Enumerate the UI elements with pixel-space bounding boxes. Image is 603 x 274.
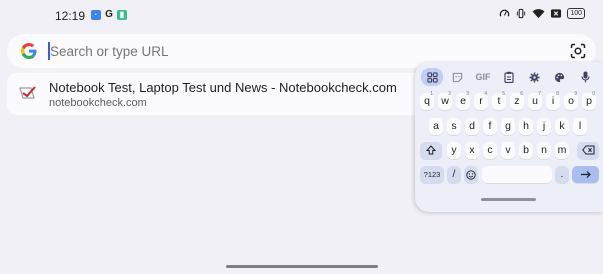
- key-label: r: [479, 95, 483, 107]
- key-label: e: [460, 95, 466, 107]
- key-row-1: q1w2e3r4t5z6u7i8o9p0: [415, 91, 603, 113]
- key-j[interactable]: j: [537, 118, 551, 135]
- keyboard-toolbar: GIF: [415, 66, 603, 90]
- key-v[interactable]: v: [501, 142, 515, 159]
- google-g-icon: G: [105, 9, 113, 20]
- palette-icon[interactable]: [549, 68, 569, 86]
- key-hint: 8: [556, 91, 559, 97]
- key-label: i: [551, 95, 555, 107]
- key-h[interactable]: h: [519, 118, 533, 135]
- notification-icon: ·: [91, 10, 101, 20]
- camera-lens-icon[interactable]: [570, 43, 586, 59]
- key-label: z: [514, 95, 520, 107]
- symbols-key[interactable]: ?123: [420, 166, 444, 183]
- speedometer-icon: [500, 9, 510, 17]
- key-label: o: [568, 95, 574, 107]
- vibrate-icon: [517, 8, 526, 19]
- space-bar[interactable]: [482, 166, 552, 183]
- wifi-icon: [532, 9, 545, 19]
- text-caret: [48, 42, 50, 60]
- key-a[interactable]: a: [429, 118, 443, 135]
- emoji-key[interactable]: [464, 166, 478, 183]
- gesture-nav-bar[interactable]: [226, 265, 378, 268]
- sticker-icon[interactable]: [447, 68, 467, 86]
- key-c[interactable]: c: [483, 142, 497, 159]
- battery-saver-icon: [551, 9, 562, 18]
- key-y[interactable]: y: [447, 142, 461, 159]
- keyboard-drag-handle[interactable]: [481, 198, 536, 201]
- search-input[interactable]: [47, 42, 530, 60]
- key-s[interactable]: s: [447, 118, 461, 135]
- key-w[interactable]: w2: [438, 91, 452, 110]
- key-hint: 6: [520, 91, 523, 97]
- key-hint: 5: [502, 91, 505, 97]
- key-x[interactable]: x: [465, 142, 479, 159]
- key-hint: 3: [466, 91, 469, 97]
- key-l[interactable]: l: [573, 118, 587, 135]
- key-hint: 1: [430, 91, 433, 97]
- status-time: 12:19: [55, 9, 86, 23]
- key-hint: 9: [574, 91, 577, 97]
- suggestion-title: Notebook Test, Laptop Test und News - No…: [49, 80, 397, 95]
- key-u[interactable]: u7: [528, 91, 542, 110]
- key-label: t: [497, 95, 501, 107]
- key-r[interactable]: r4: [474, 91, 488, 110]
- floating-keyboard: GIF q1w2e3r4t5z6u7i8o9p0 asdfghjkl yxcvb…: [415, 62, 603, 212]
- key-hint: 0: [592, 91, 595, 97]
- clipboard-icon[interactable]: [499, 68, 519, 86]
- key-f[interactable]: f: [483, 118, 497, 135]
- key-label: p: [586, 95, 592, 107]
- key-z[interactable]: z6: [510, 91, 524, 110]
- key-label: u: [532, 95, 538, 107]
- key-e[interactable]: e3: [456, 91, 470, 110]
- key-hint: 7: [538, 91, 541, 97]
- key-i[interactable]: i8: [546, 91, 560, 110]
- gear-icon[interactable]: [524, 68, 544, 86]
- wellbeing-icon: ▮: [117, 10, 127, 20]
- key-p[interactable]: p0: [582, 91, 596, 110]
- period-key[interactable]: .: [555, 166, 569, 183]
- key-o[interactable]: o9: [564, 91, 578, 110]
- key-q[interactable]: q1: [420, 91, 434, 110]
- key-label: q: [424, 95, 430, 107]
- enter-key[interactable]: [572, 166, 599, 183]
- key-row-4: ?123 / .: [415, 166, 603, 186]
- gif-button[interactable]: GIF: [473, 68, 493, 86]
- key-g[interactable]: g: [501, 118, 515, 135]
- key-m[interactable]: m: [555, 142, 569, 159]
- notebookcheck-favicon-icon: [19, 86, 36, 99]
- key-row-2: asdfghjkl: [415, 118, 603, 138]
- key-n[interactable]: n: [537, 142, 551, 159]
- key-b[interactable]: b: [519, 142, 533, 159]
- backspace-key[interactable]: [577, 142, 599, 159]
- google-logo-icon: [21, 43, 37, 59]
- key-d[interactable]: d: [465, 118, 479, 135]
- key-hint: 2: [448, 91, 451, 97]
- key-t[interactable]: t5: [492, 91, 506, 110]
- slash-key[interactable]: /: [447, 166, 461, 183]
- key-row-3: yxcvbnm: [415, 142, 603, 162]
- mic-icon[interactable]: [575, 68, 595, 86]
- key-hint: 4: [484, 91, 487, 97]
- suggestion-url: notebookcheck.com: [49, 97, 147, 109]
- key-k[interactable]: k: [555, 118, 569, 135]
- battery-icon: 100: [567, 8, 585, 19]
- shift-key[interactable]: [420, 142, 442, 159]
- status-bar: 12:19 · G ▮ 100: [0, 0, 603, 30]
- apps-grid-icon[interactable]: [421, 68, 443, 86]
